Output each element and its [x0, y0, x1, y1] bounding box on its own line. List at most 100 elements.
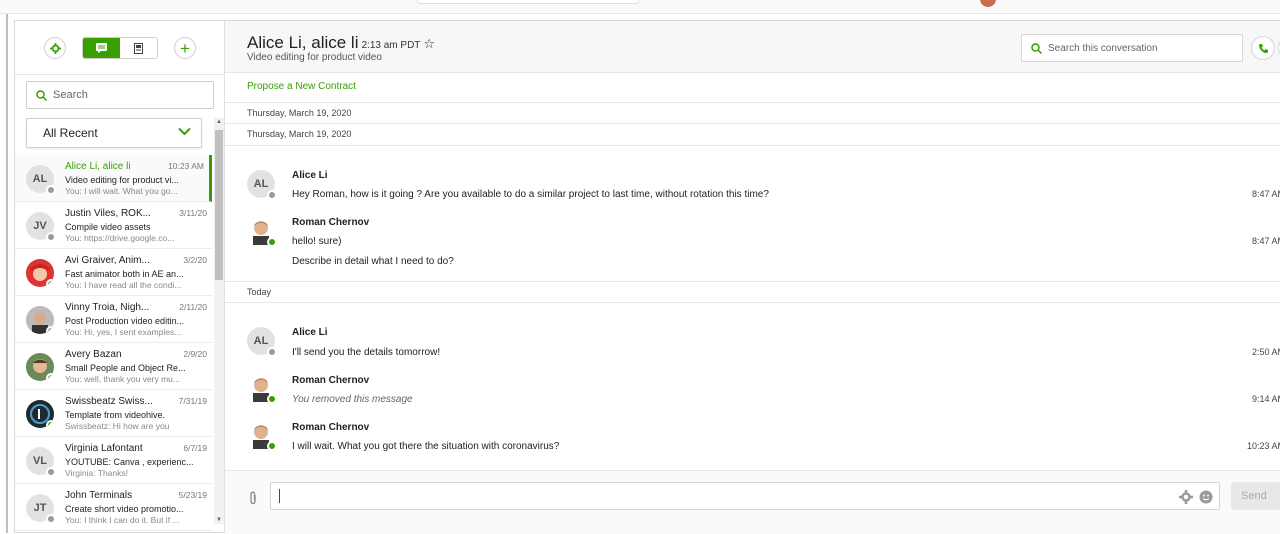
avatar — [26, 400, 54, 428]
search-icon — [1031, 42, 1042, 54]
conversation-subject: YOUTUBE: Canva , experienc... — [65, 457, 194, 467]
conversation-item[interactable]: JT John Terminals 5/23/19 Create short v… — [15, 484, 212, 531]
avatar — [26, 353, 54, 381]
sidebar-toolbar: + — [15, 21, 224, 75]
gear-icon[interactable] — [1179, 490, 1193, 504]
message-text: Describe in detail what I need to do? — [292, 256, 454, 267]
avatar: AL — [26, 165, 56, 195]
status-dot — [46, 467, 56, 477]
scroll-up-arrow[interactable]: ▲ — [216, 119, 222, 125]
conversation-subject: Small People and Object Re... — [65, 363, 186, 373]
view-toggle — [82, 37, 158, 59]
conversation-date: 2/9/20 — [183, 349, 207, 359]
conversation-subject: Compile video assets — [65, 222, 151, 232]
gear-icon — [49, 42, 61, 54]
scroll-down-arrow[interactable]: ▼ — [216, 517, 222, 523]
conversation-name: Vinny Troia, Nigh... — [65, 302, 150, 313]
avatar-initials: VL — [32, 455, 48, 467]
conversation-preview: You: I will wait. What you go... — [65, 186, 178, 196]
top-search-stub[interactable] — [417, 0, 639, 4]
window-edge — [6, 14, 8, 533]
chevron-down-icon — [178, 127, 191, 136]
phone-icon — [1258, 43, 1268, 53]
conversation-subject: Video editing for product vi... — [65, 175, 179, 185]
settings-button[interactable] — [44, 37, 66, 59]
text-caret — [279, 489, 280, 503]
message-text: hello! sure) — [292, 236, 342, 247]
sidebar-search-placeholder: Search — [53, 89, 88, 101]
avatar — [247, 374, 277, 404]
call-button[interactable] — [1251, 36, 1275, 60]
contact-local-time: 2:13 am PDT — [361, 40, 421, 51]
avatar: JV — [26, 212, 56, 242]
propose-contract-link[interactable]: Propose a New Contract — [247, 81, 356, 92]
date-divider: Today — [225, 281, 1280, 303]
conversation-subject: Create short video promotio... — [65, 504, 184, 514]
conversation-date: 3/2/20 — [183, 255, 207, 265]
conversation-item[interactable]: Avery Bazan 2/9/20 Small People and Obje… — [15, 343, 212, 390]
avatar — [247, 217, 277, 247]
emoji-icon[interactable] — [1199, 490, 1213, 504]
conversation-subject: Fast animator both in AE an... — [65, 269, 184, 279]
conversation-name: Swissbeatz Swiss... — [65, 396, 153, 407]
conversation-subject: Video editing for product video — [247, 52, 382, 63]
conversation-search-placeholder: Search this conversation — [1048, 42, 1158, 54]
status-dot — [267, 190, 277, 200]
new-conversation-button[interactable]: + — [174, 37, 196, 59]
conversation-item[interactable]: JV Justin Viles, ROK... 3/11/20 Compile … — [15, 202, 212, 249]
chat-icon — [96, 43, 107, 53]
search-icon — [36, 89, 47, 101]
message-time: 2:50 AM — [1252, 347, 1280, 357]
conversation-search-input[interactable]: Search this conversation — [1021, 34, 1243, 62]
message-author: Roman Chernov — [292, 422, 370, 433]
sidebar-search[interactable]: Search — [26, 81, 214, 109]
conversation-date: 10:23 AM — [168, 161, 204, 171]
conversation-preview: Virginia: Thanks! — [65, 468, 128, 478]
filter-dropdown[interactable]: All Recent — [26, 118, 202, 148]
message-author: Alice Li — [292, 170, 328, 181]
conversation-item[interactable]: VL Virginia Lafontant 6/7/19 YOUTUBE: Ca… — [15, 437, 212, 484]
conversation-date: 5/23/19 — [178, 490, 207, 500]
status-dot — [46, 514, 56, 524]
message-composer: Send — [225, 470, 1280, 534]
message-author: Alice Li — [292, 327, 328, 338]
conversation-date: 3/11/20 — [179, 208, 207, 218]
conversation-item[interactable]: AL Alice Li, alice li 10:23 AM Video edi… — [15, 155, 212, 202]
avatar-initials: AL — [253, 335, 269, 347]
status-dot — [267, 347, 277, 357]
avatar — [26, 306, 54, 334]
conversation-pane: Alice Li, alice li 2:13 am PDT ☆ Video edi… — [225, 21, 1280, 534]
avatar: AL — [247, 327, 277, 357]
star-icon[interactable]: ☆ — [423, 36, 435, 51]
conversation-preview: You: I think I can do it. But if ... — [65, 515, 180, 525]
status-dot — [46, 373, 54, 381]
scroll-thumb[interactable] — [215, 130, 223, 280]
conversation-subject: Template from videohive. — [65, 410, 166, 420]
messages-app: + Search All Recent ▲ ▼ AL Alice Li, ali… — [14, 20, 1280, 534]
conversation-preview: Swissbeatz: Hi how are you — [65, 421, 170, 431]
conversation-item[interactable]: Vinny Troia, Nigh... 2/11/20 Post Produc… — [15, 296, 212, 343]
contacts-view-button[interactable] — [120, 38, 157, 58]
conversation-item[interactable]: Swissbeatz Swiss... 7/31/19 Template fro… — [15, 390, 212, 437]
top-user-avatar[interactable] — [980, 0, 996, 7]
contacts-icon — [134, 42, 143, 54]
message-time: 8:47 AM — [1252, 189, 1280, 199]
date-divider: Thursday, March 19, 2020 — [225, 102, 1280, 124]
message-text: I will wait. What you got there the situ… — [292, 441, 560, 452]
conversation-item[interactable]: Avi Graiver, Anim... 3/2/20 Fast animato… — [15, 249, 212, 296]
messages-view-button[interactable] — [83, 38, 120, 58]
avatar-initials: AL — [32, 173, 48, 185]
message-text: Hey Roman, how is it going ? Are you ava… — [292, 189, 769, 200]
status-dot — [267, 237, 277, 247]
message-text: You removed this message — [292, 394, 413, 405]
message-time: 9:14 AM — [1252, 394, 1280, 404]
message-author: Roman Chernov — [292, 375, 370, 386]
conversation-name: Justin Viles, ROK... — [65, 208, 151, 219]
status-dot — [46, 279, 54, 287]
avatar: JT — [26, 494, 56, 524]
paperclip-icon[interactable] — [248, 491, 258, 505]
plus-icon: + — [180, 38, 190, 58]
message-input[interactable] — [270, 482, 1220, 510]
send-button[interactable]: Send — [1231, 482, 1280, 510]
conversation-list-scrollbar[interactable]: ▲ ▼ — [214, 118, 224, 524]
